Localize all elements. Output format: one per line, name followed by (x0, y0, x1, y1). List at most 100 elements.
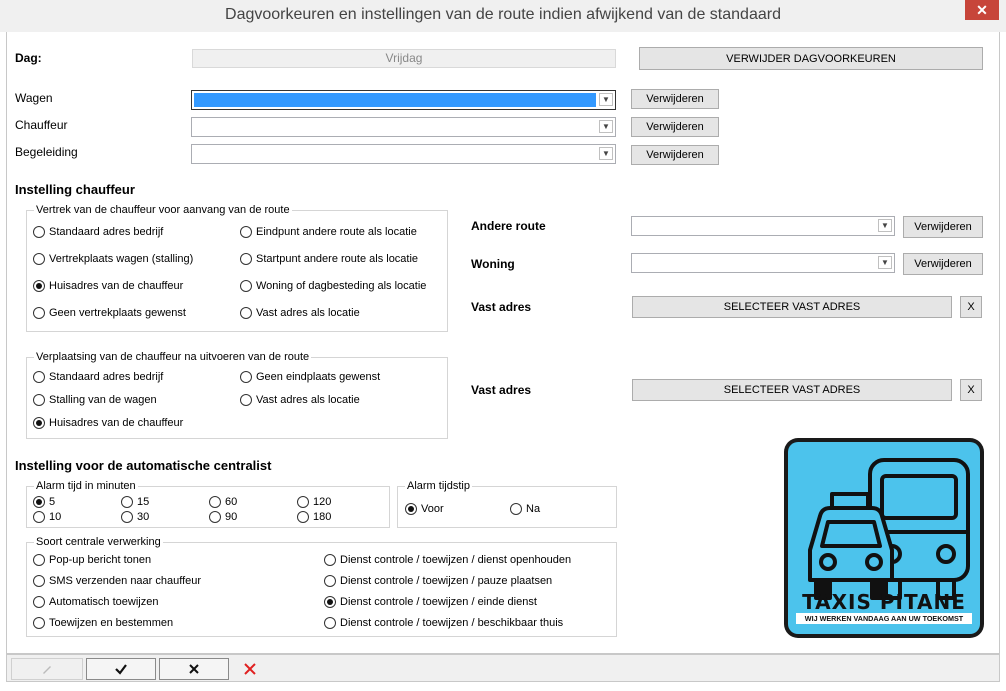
radio-alarm-90[interactable]: 90 (209, 511, 237, 523)
radio-processing-auto-assign[interactable]: Automatisch toewijzen (33, 596, 158, 608)
radio-alarm-before[interactable]: Voor (405, 503, 444, 515)
radio-processing-sms[interactable]: SMS verzenden naar chauffeur (33, 575, 201, 587)
chauffeur-label: Chauffeur (15, 118, 68, 132)
taxis-pitane-logo: TAXIS PITANE WIJ WERKEN VANDAAG AAN UW T… (784, 438, 984, 638)
cancel-button[interactable] (159, 658, 229, 680)
radio-processing-pause[interactable]: Dienst controle / toewijzen / pauze plaa… (324, 575, 552, 587)
radio-after-none[interactable]: Geen eindplaats gewenst (240, 371, 380, 383)
radio-circle[interactable] (240, 253, 252, 265)
chevron-down-icon[interactable]: ▼ (599, 93, 613, 106)
radio-circle[interactable] (405, 503, 417, 515)
radio-circle[interactable] (209, 511, 221, 523)
home-select[interactable]: ▼ (631, 253, 895, 273)
clear-fixed-address-button-2[interactable]: X (960, 379, 982, 401)
driver-settings-title: Instelling chauffeur (15, 182, 135, 197)
radio-departure-other-route-start[interactable]: Startpunt andere route als locatie (240, 253, 418, 265)
radio-circle[interactable] (324, 596, 336, 608)
radio-circle[interactable] (240, 226, 252, 238)
radio-departure-other-route-end[interactable]: Eindpunt andere route als locatie (240, 226, 417, 238)
radio-circle[interactable] (510, 503, 522, 515)
radio-circle[interactable] (297, 511, 309, 523)
radio-circle[interactable] (33, 417, 45, 429)
radio-circle[interactable] (33, 617, 45, 629)
radio-departure-company[interactable]: Standaard adres bedrijf (33, 226, 163, 238)
radio-processing-assign-destine[interactable]: Toewijzen en bestemmen (33, 617, 173, 629)
radio-circle[interactable] (240, 307, 252, 319)
radio-alarm-180[interactable]: 180 (297, 511, 331, 523)
radio-after-company[interactable]: Standaard adres bedrijf (33, 371, 163, 383)
radio-circle[interactable] (33, 307, 45, 319)
radio-circle[interactable] (33, 511, 45, 523)
radio-processing-available-home[interactable]: Dienst controle / toewijzen / beschikbaa… (324, 617, 563, 629)
chevron-down-icon[interactable]: ▼ (878, 256, 892, 269)
radio-alarm-15[interactable]: 15 (121, 496, 149, 508)
close-window-button[interactable]: ✕ (965, 0, 999, 20)
chevron-down-icon[interactable]: ▼ (878, 219, 892, 232)
remove-other-route-button[interactable]: Verwijderen (903, 216, 983, 238)
radio-departure-residence[interactable]: Woning of dagbesteding als locatie (240, 280, 426, 292)
radio-circle[interactable] (121, 496, 133, 508)
radio-processing-end-shift[interactable]: Dienst controle / toewijzen / einde dien… (324, 596, 537, 608)
chevron-down-icon[interactable]: ▼ (599, 147, 613, 160)
radio-circle[interactable] (33, 226, 45, 238)
radio-after-fixed-address[interactable]: Vast adres als locatie (240, 394, 360, 406)
remove-wagen-button[interactable]: Verwijderen (631, 89, 719, 109)
begeleiding-label: Begeleiding (15, 145, 78, 159)
radio-circle[interactable] (33, 496, 45, 508)
radio-processing-popup[interactable]: Pop-up bericht tonen (33, 554, 151, 566)
wagen-label: Wagen (15, 91, 53, 105)
radio-alarm-5[interactable]: 5 (33, 496, 55, 508)
save-button[interactable] (86, 658, 156, 680)
radio-circle[interactable] (33, 253, 45, 265)
edit-button[interactable] (11, 658, 83, 680)
radio-departure-driver-home[interactable]: Huisadres van de chauffeur (33, 280, 183, 292)
remove-home-button[interactable]: Verwijderen (903, 253, 983, 275)
radio-circle[interactable] (240, 280, 252, 292)
remove-day-preferences-button[interactable]: VERWIJDER DAGVOORKEUREN (639, 47, 983, 70)
chevron-down-icon[interactable]: ▼ (599, 120, 613, 133)
radio-label: Na (526, 503, 541, 515)
radio-alarm-after[interactable]: Na (510, 503, 540, 515)
x-icon (189, 664, 199, 674)
radio-label: Dienst controle / toewijzen / dienst ope… (340, 554, 572, 566)
radio-after-driver-home[interactable]: Huisadres van de chauffeur (33, 417, 183, 429)
radio-departure-fixed-address[interactable]: Vast adres als locatie (240, 307, 360, 319)
bottom-toolbar (6, 654, 1000, 682)
delete-button[interactable] (241, 660, 259, 678)
remove-chauffeur-button[interactable]: Verwijderen (631, 117, 719, 137)
radio-circle[interactable] (33, 554, 45, 566)
window-title: Dagvoorkeuren en instellingen van de rou… (225, 6, 781, 23)
radio-circle[interactable] (33, 280, 45, 292)
radio-circle[interactable] (33, 596, 45, 608)
radio-circle[interactable] (33, 575, 45, 587)
select-fixed-address-button-1[interactable]: SELECTEER VAST ADRES (632, 296, 952, 318)
radio-alarm-120[interactable]: 120 (297, 496, 331, 508)
radio-circle[interactable] (297, 496, 309, 508)
radio-circle[interactable] (240, 371, 252, 383)
radio-circle[interactable] (324, 617, 336, 629)
radio-alarm-10[interactable]: 10 (33, 511, 61, 523)
chauffeur-select[interactable]: ▼ (191, 117, 616, 137)
radio-after-vehicle-storage[interactable]: Stalling van de wagen (33, 394, 157, 406)
radio-circle[interactable] (33, 394, 45, 406)
select-fixed-address-button-2[interactable]: SELECTEER VAST ADRES (632, 379, 952, 401)
radio-circle[interactable] (240, 394, 252, 406)
other-route-select[interactable]: ▼ (631, 216, 895, 236)
radio-processing-keep-open[interactable]: Dienst controle / toewijzen / dienst ope… (324, 554, 571, 566)
radio-label: Vertrekplaats wagen (stalling) (49, 253, 194, 265)
radio-circle[interactable] (33, 371, 45, 383)
radio-alarm-30[interactable]: 30 (121, 511, 149, 523)
radio-circle[interactable] (121, 511, 133, 523)
radio-departure-vehicle-storage[interactable]: Vertrekplaats wagen (stalling) (33, 253, 193, 265)
clear-fixed-address-button-1[interactable]: X (960, 296, 982, 318)
radio-circle[interactable] (324, 575, 336, 587)
radio-circle[interactable] (324, 554, 336, 566)
radio-alarm-60[interactable]: 60 (209, 496, 237, 508)
wagen-select[interactable]: ▼ (191, 90, 616, 110)
radio-label: Dienst controle / toewijzen / beschikbaa… (340, 617, 564, 629)
remove-begeleiding-button[interactable]: Verwijderen (631, 145, 719, 165)
radio-circle[interactable] (209, 496, 221, 508)
begeleiding-select[interactable]: ▼ (191, 144, 616, 164)
alarm-minutes-title: Alarm tijd in minuten (34, 480, 138, 492)
radio-departure-none[interactable]: Geen vertrekplaats gewenst (33, 307, 186, 319)
